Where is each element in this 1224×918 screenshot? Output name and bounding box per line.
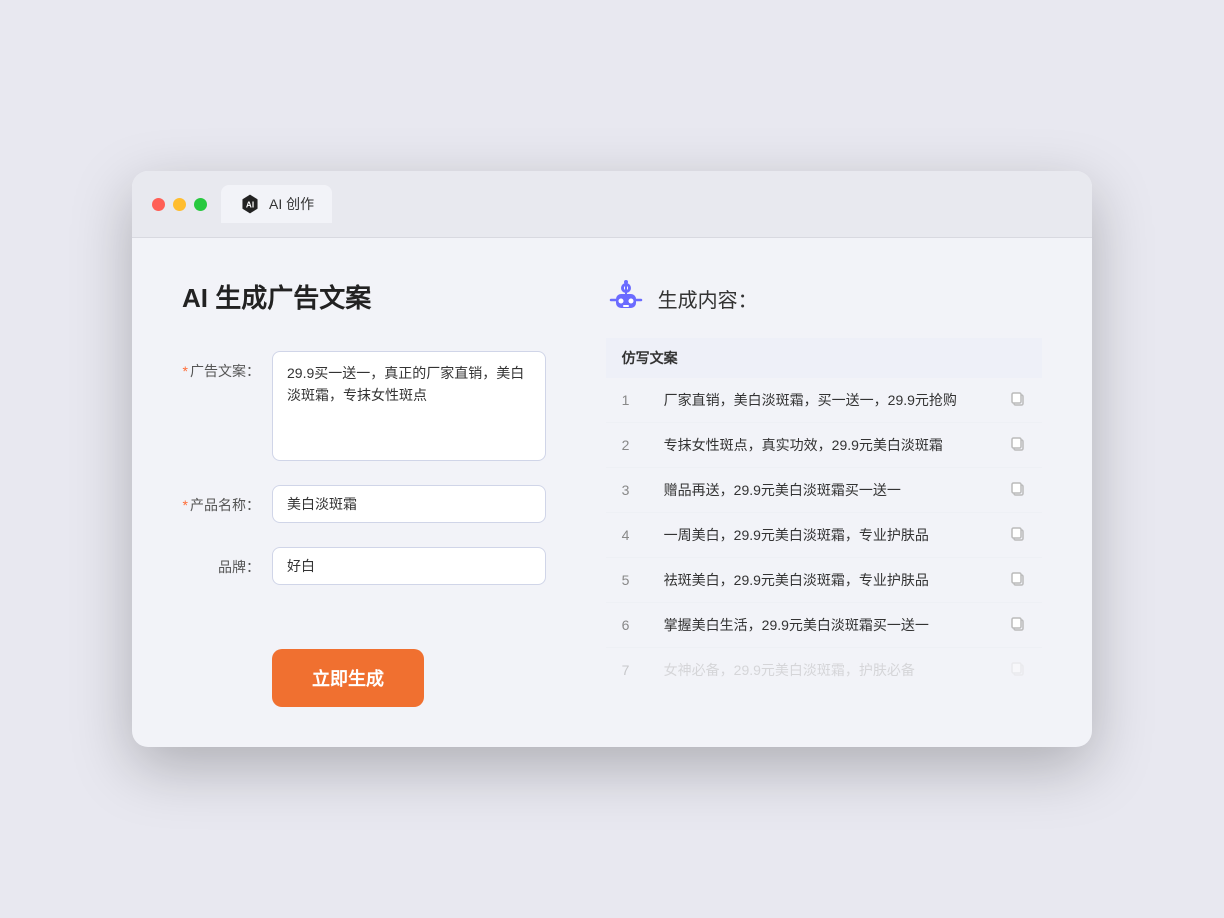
row-number: 6 — [606, 603, 648, 648]
row-number: 2 — [606, 423, 648, 468]
minimize-button[interactable] — [173, 198, 186, 211]
ad-copy-textarea[interactable]: 29.9买一送一，真正的厂家直销，美白淡斑霜，专抹女性斑点 — [272, 351, 546, 461]
table-row: 1 厂家直销，美白淡斑霜，买一送一，29.9元抢购 — [606, 378, 1042, 423]
brand-group: 品牌： — [182, 547, 546, 585]
table-row: 7 女神必备，29.9元美白淡斑霜，护肤必备 — [606, 648, 1042, 693]
product-name-label: *产品名称： — [182, 485, 272, 515]
ad-copy-label: *广告文案： — [182, 351, 272, 381]
brand-input[interactable] — [272, 547, 546, 585]
copy-icon[interactable] — [991, 513, 1042, 558]
svg-text:AI: AI — [246, 201, 254, 210]
row-text: 厂家直销，美白淡斑霜，买一送一，29.9元抢购 — [648, 378, 992, 423]
generate-button[interactable]: 立即生成 — [272, 649, 424, 707]
result-title: 生成内容： — [658, 284, 758, 313]
traffic-lights — [152, 198, 207, 211]
browser-window: AI AI 创作 AI 生成广告文案 *广告文案： 29.9买一送一，真正的厂家… — [132, 171, 1092, 747]
row-text: 女神必备，29.9元美白淡斑霜，护肤必备 — [648, 648, 992, 693]
copy-icon[interactable] — [991, 378, 1042, 423]
results-table: 仿写文案 1 厂家直销，美白淡斑霜，买一送一，29.9元抢购 2 专抹女性斑点，… — [606, 338, 1042, 692]
row-text: 祛斑美白，29.9元美白淡斑霜，专业护肤品 — [648, 558, 992, 603]
title-bar: AI AI 创作 — [132, 171, 1092, 238]
row-text: 一周美白，29.9元美白淡斑霜，专业护肤品 — [648, 513, 992, 558]
tab-label: AI 创作 — [269, 194, 314, 214]
row-number: 5 — [606, 558, 648, 603]
table-row: 4 一周美白，29.9元美白淡斑霜，专业护肤品 — [606, 513, 1042, 558]
page-title: AI 生成广告文案 — [182, 278, 546, 315]
table-row: 2 专抹女性斑点，真实功效，29.9元美白淡斑霜 — [606, 423, 1042, 468]
table-row: 5 祛斑美白，29.9元美白淡斑霜，专业护肤品 — [606, 558, 1042, 603]
table-row: 6 掌握美白生活，29.9元美白淡斑霜买一送一 — [606, 603, 1042, 648]
close-button[interactable] — [152, 198, 165, 211]
ai-tab-icon: AI — [239, 193, 261, 215]
brand-label: 品牌： — [182, 547, 272, 577]
right-panel: 生成内容： 仿写文案 1 厂家直销，美白淡斑霜，买一送一，29.9元抢购 — [606, 278, 1042, 707]
row-number: 1 — [606, 378, 648, 423]
copy-icon[interactable] — [991, 468, 1042, 513]
result-header: 生成内容： — [606, 278, 1042, 318]
row-number: 4 — [606, 513, 648, 558]
copy-icon[interactable] — [991, 558, 1042, 603]
left-panel: AI 生成广告文案 *广告文案： 29.9买一送一，真正的厂家直销，美白淡斑霜，… — [182, 278, 546, 707]
product-name-required-star: * — [183, 497, 188, 513]
row-text: 专抹女性斑点，真实功效，29.9元美白淡斑霜 — [648, 423, 992, 468]
maximize-button[interactable] — [194, 198, 207, 211]
product-name-group: *产品名称： — [182, 485, 546, 523]
row-text: 赠品再送，29.9元美白淡斑霜买一送一 — [648, 468, 992, 513]
copy-icon[interactable] — [991, 603, 1042, 648]
row-text: 掌握美白生活，29.9元美白淡斑霜买一送一 — [648, 603, 992, 648]
robot-icon — [606, 278, 646, 318]
ad-copy-group: *广告文案： 29.9买一送一，真正的厂家直销，美白淡斑霜，专抹女性斑点 — [182, 351, 546, 461]
main-content: AI 生成广告文案 *广告文案： 29.9买一送一，真正的厂家直销，美白淡斑霜，… — [132, 238, 1092, 747]
copy-icon[interactable] — [991, 423, 1042, 468]
product-name-input[interactable] — [272, 485, 546, 523]
column-header: 仿写文案 — [606, 338, 1042, 378]
table-row: 3 赠品再送，29.9元美白淡斑霜买一送一 — [606, 468, 1042, 513]
tab-ai-create[interactable]: AI AI 创作 — [221, 185, 332, 223]
copy-icon — [991, 648, 1042, 693]
ad-copy-required-star: * — [183, 363, 188, 379]
row-number: 3 — [606, 468, 648, 513]
row-number: 7 — [606, 648, 648, 693]
